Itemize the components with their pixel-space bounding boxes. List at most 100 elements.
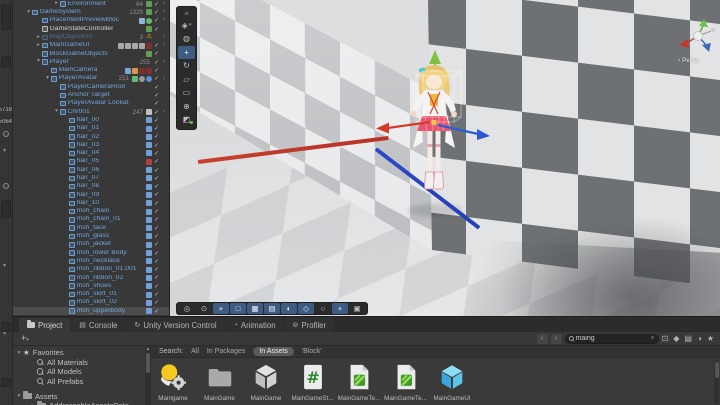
hierarchy-row-maincamera[interactable]: MainCamera ✓ [13, 66, 169, 74]
hierarchy-row-msh_lower-body[interactable]: msh_lower Body ✓ [13, 249, 169, 257]
active-checkbox[interactable]: ✓ [152, 208, 161, 215]
expand-arrow-icon[interactable]: ▸ [35, 42, 42, 49]
expand-arrow-icon[interactable]: ▾ [44, 76, 51, 82]
active-checkbox[interactable]: ✓ [152, 175, 161, 182]
clear-search-icon[interactable]: × [650, 335, 654, 342]
tree-item-assets[interactable]: ▾ Assets [13, 391, 145, 401]
hierarchy-row-msh_ribbon_01-001[interactable]: msh_ribbon_01.001 ✓ [13, 266, 169, 274]
lighting-toggle[interactable]: ◐ [281, 303, 297, 314]
gizmo-perspective-label[interactable]: ‹ Persp [678, 57, 699, 64]
prefab-open-chevron[interactable]: › [161, 17, 167, 24]
scope-in-packages[interactable]: In Packages [207, 348, 246, 355]
scene-2d-toggle[interactable]: ⊙ [196, 303, 212, 314]
asset-maingame[interactable]: Maingame [151, 360, 195, 402]
active-checkbox[interactable]: ✓ [152, 200, 161, 207]
asset-maingamete-[interactable]: MainGameTe... [337, 360, 381, 402]
asset-maingamete-[interactable]: MainGameTe... [384, 360, 428, 402]
snap-bounds[interactable]: □ [230, 303, 246, 314]
active-checkbox[interactable]: ✓ [152, 299, 161, 306]
tree-item-all-models[interactable]: All Models [13, 367, 145, 377]
active-checkbox[interactable]: ✓ [152, 216, 161, 223]
hierarchy-row-hair_09[interactable]: hair_09 ✓ [13, 191, 169, 199]
prefab-open-chevron[interactable]: › [161, 58, 167, 66]
active-checkbox[interactable]: ✓ [152, 1, 161, 8]
active-checkbox[interactable]: ✓ [152, 258, 161, 265]
asset-maingame[interactable]: MainGame [244, 360, 288, 402]
expand-arrow-icon[interactable]: ▾ [35, 59, 42, 65]
expand-arrow-icon[interactable]: ▸ [35, 34, 42, 41]
prefab-open-chevron[interactable]: › [161, 34, 167, 41]
hierarchy-row-msh_ribbon_02[interactable]: msh_ribbon_02 ✓ [13, 274, 169, 282]
active-checkbox[interactable]: ✓ [152, 291, 161, 298]
nav-back-button[interactable]: ‹ [536, 333, 548, 344]
search-by-type-icon[interactable]: ◆ [673, 334, 679, 343]
grid-scrollbar[interactable] [714, 360, 719, 404]
hierarchy-row-chr001[interactable]: ▾ Chr001 247 ✓ › [13, 108, 169, 116]
rotate-tool[interactable]: ↻ [178, 60, 195, 73]
tab-project[interactable]: Project [19, 318, 71, 332]
hierarchy-row-msh_skirt_01[interactable]: msh_skirt_01 ✓ [13, 290, 169, 298]
hierarchy-row-hair_05[interactable]: hair_05 ✓ [13, 158, 169, 166]
hierarchy-row-msh_glass[interactable]: msh_glass ✓ [13, 232, 169, 240]
active-checkbox[interactable]: ✓ [152, 233, 161, 240]
tab-animation[interactable]: ◔ Animation [225, 318, 284, 332]
gizmo-toggle[interactable]: ◇ [298, 303, 314, 314]
active-checkbox[interactable]: ✓ [152, 26, 161, 33]
hierarchy-row-msh_jacket[interactable]: msh_jacket ✓ [13, 241, 169, 249]
expand-arrow-icon[interactable]: ▸ [53, 1, 60, 7]
active-checkbox[interactable]: ✓ [152, 42, 161, 49]
active-checkbox[interactable]: ✓ [152, 241, 161, 248]
expand-arrow-icon[interactable]: ▾ [15, 393, 23, 399]
active-checkbox[interactable]: ✓ [152, 167, 161, 174]
prefab-open-chevron[interactable]: › [161, 9, 167, 16]
active-checkbox[interactable]: ✓ [152, 92, 161, 99]
active-checkbox[interactable]: ✓ [152, 142, 161, 149]
move-tool[interactable]: + [178, 46, 195, 59]
hierarchy-row-hair_02[interactable]: hair_02 ✓ [13, 133, 169, 141]
asset-maingame[interactable]: MainGame [198, 360, 242, 402]
hierarchy-row-hair_10[interactable]: hair_10 ✓ [13, 199, 169, 207]
hidden-packages-icon[interactable]: ◑ [697, 334, 702, 343]
camera-settings[interactable]: ▣ [349, 303, 365, 314]
active-checkbox[interactable]: ✓ [152, 133, 161, 140]
hierarchy-row-hair_01[interactable]: hair_01 ✓ [13, 124, 169, 132]
tree-item-all-prefabs[interactable]: All Prefabs [13, 377, 145, 387]
search-input[interactable] [575, 335, 649, 342]
grid-visibility[interactable]: ▦ [247, 303, 263, 314]
scene-orientation-gizmo[interactable] [675, 18, 720, 58]
scope-in-assets[interactable]: In Assets [253, 347, 294, 356]
active-checkbox[interactable]: ✓ [152, 84, 161, 91]
chevron-down-icon[interactable]: ▾ [3, 147, 6, 154]
active-checkbox[interactable]: ✓ [152, 75, 161, 82]
rect-tool[interactable]: ▭ [178, 87, 195, 100]
active-checkbox[interactable]: ✓ [152, 225, 161, 232]
prefab-open-chevron[interactable]: › [161, 75, 167, 83]
active-checkbox[interactable]: ✓ [152, 250, 161, 257]
hierarchy-row-anchor-target[interactable]: Anchor Target ✓ [13, 91, 169, 99]
tab-unity-version-control[interactable]: ↻ Unity Version Control [126, 318, 225, 332]
hierarchy-row-hair_08[interactable]: hair_08 ✓ [13, 183, 169, 191]
audio-toggle[interactable]: ○ [315, 303, 331, 314]
scope-all[interactable]: All [191, 348, 199, 355]
save-search-icon[interactable]: ★ [707, 334, 714, 343]
tab-console[interactable]: ▤ Console [71, 318, 126, 332]
active-checkbox[interactable]: ✓ [152, 17, 161, 24]
hierarchy-row-maingameui[interactable]: ▸ MainGameUI ✓ › [13, 41, 169, 49]
hierarchy-row-blockgameobjects[interactable]: BlockGameObjects ✓ [13, 50, 169, 58]
hierarchy-row-msh_face[interactable]: msh_face ✓ [13, 224, 169, 232]
hierarchy-row-msh_upperbody[interactable]: msh_upperbody ✓ [13, 306, 169, 316]
active-checkbox[interactable]: ✓ [152, 274, 161, 281]
hierarchy-row-hair_06[interactable]: hair_06 ✓ [13, 166, 169, 174]
expand-arrow-icon[interactable]: ▾ [53, 109, 60, 115]
chevron-down-icon[interactable]: ▾ [3, 262, 6, 269]
project-search-box[interactable]: × [564, 333, 659, 344]
gear-icon[interactable] [3, 183, 9, 189]
expand-arrow-icon[interactable]: ▾ [25, 9, 32, 16]
hierarchy-row-environment[interactable]: ▸ Environment 64 ✓ › [13, 0, 169, 8]
hierarchy-row-player[interactable]: ▾ Player 255 ✓ › [13, 58, 169, 66]
asset-maingamest-[interactable]: # MainGameSt... [291, 360, 335, 402]
player-avatar-character[interactable] [372, 48, 494, 226]
active-checkbox[interactable]: ✓ [152, 100, 161, 107]
render-mode[interactable]: ◎ [179, 303, 195, 314]
hierarchy-row-gamesystem[interactable]: ▾ GameSystem 1329 ✓ › [13, 8, 169, 16]
